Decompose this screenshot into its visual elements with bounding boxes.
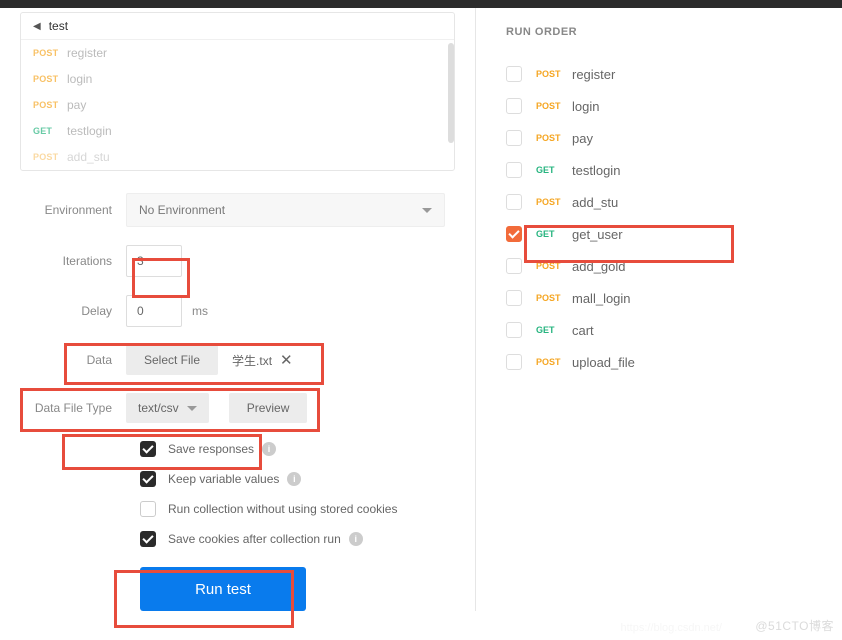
request-item[interactable]: POSTadd_stu	[21, 144, 454, 170]
request-list: POSTregisterPOSTloginPOSTpayGETtestlogin…	[21, 40, 454, 170]
method-badge: POST	[536, 293, 572, 303]
run-order-item[interactable]: POSTlogin	[506, 90, 842, 122]
run-order-item[interactable]: GETget_user	[506, 218, 842, 250]
request-name: add_stu	[67, 150, 110, 164]
run-button[interactable]: Run test	[140, 567, 306, 611]
delay-label: Delay	[30, 304, 126, 318]
run-order-item[interactable]: GETcart	[506, 314, 842, 346]
order-checkbox[interactable]	[506, 194, 522, 210]
method-badge: GET	[536, 325, 572, 335]
left-panel: ◀ test POSTregisterPOSTloginPOSTpayGETte…	[0, 8, 475, 611]
preview-button[interactable]: Preview	[229, 393, 308, 423]
info-icon[interactable]: i	[287, 472, 301, 486]
chevron-down-icon	[422, 208, 432, 213]
iterations-input[interactable]	[126, 245, 182, 277]
watermark-url: https://blog.csdn.net/	[620, 622, 722, 634]
scrollbar[interactable]	[448, 43, 454, 143]
method-badge: GET	[536, 229, 572, 239]
order-checkbox[interactable]	[506, 258, 522, 274]
order-item-name: mall_login	[572, 291, 631, 306]
method-badge: POST	[536, 357, 572, 367]
method-badge: POST	[33, 48, 67, 58]
method-badge: POST	[536, 261, 572, 271]
order-checkbox[interactable]	[506, 226, 522, 242]
run-order-item[interactable]: POSTmall_login	[506, 282, 842, 314]
run-order-list: POSTregisterPOSTloginPOSTpayGETtestlogin…	[506, 58, 842, 378]
request-item[interactable]: POSTregister	[21, 40, 454, 66]
environment-label: Environment	[30, 203, 126, 217]
request-name: register	[67, 46, 107, 60]
order-checkbox[interactable]	[506, 98, 522, 114]
request-item[interactable]: POSTlogin	[21, 66, 454, 92]
run-order-item[interactable]: POSTpay	[506, 122, 842, 154]
method-badge: POST	[33, 100, 67, 110]
request-name: pay	[67, 98, 86, 112]
keep-variable-checkbox[interactable]	[140, 471, 156, 487]
save-cookies-checkbox[interactable]	[140, 531, 156, 547]
order-item-name: get_user	[572, 227, 623, 242]
data-file-type-value: text/csv	[138, 401, 179, 415]
collection-header[interactable]: ◀ test	[21, 13, 454, 40]
chevron-down-icon	[187, 406, 197, 411]
method-badge: GET	[536, 165, 572, 175]
save-cookies-label: Save cookies after collection run	[168, 532, 341, 546]
iterations-label: Iterations	[30, 254, 126, 268]
request-name: login	[67, 72, 92, 86]
environment-value: No Environment	[139, 203, 225, 217]
info-icon[interactable]: i	[262, 442, 276, 456]
order-checkbox[interactable]	[506, 290, 522, 306]
method-badge: POST	[33, 152, 67, 162]
method-badge: POST	[33, 74, 67, 84]
run-order-item[interactable]: POSTupload_file	[506, 346, 842, 378]
run-order-title: RUN ORDER	[506, 26, 842, 38]
order-checkbox[interactable]	[506, 322, 522, 338]
request-name: testlogin	[67, 124, 112, 138]
order-checkbox[interactable]	[506, 66, 522, 82]
run-without-cookies-label: Run collection without using stored cook…	[168, 502, 397, 516]
back-arrow-icon: ◀	[33, 21, 41, 32]
delay-input[interactable]	[126, 295, 182, 327]
order-item-name: upload_file	[572, 355, 635, 370]
top-bar	[0, 0, 842, 8]
run-order-item[interactable]: POSTadd_gold	[506, 250, 842, 282]
method-badge: POST	[536, 133, 572, 143]
order-checkbox[interactable]	[506, 354, 522, 370]
request-item[interactable]: POSTpay	[21, 92, 454, 118]
environment-select[interactable]: No Environment	[126, 193, 445, 227]
order-item-name: pay	[572, 131, 593, 146]
run-order-item[interactable]: POSTadd_stu	[506, 186, 842, 218]
settings-panel: Environment No Environment Iterations De…	[0, 171, 475, 611]
order-item-name: add_stu	[572, 195, 618, 210]
select-file-button[interactable]: Select File	[126, 345, 218, 375]
order-item-name: testlogin	[572, 163, 620, 178]
save-responses-checkbox[interactable]	[140, 441, 156, 457]
request-item[interactable]: GETtestlogin	[21, 118, 454, 144]
right-panel: RUN ORDER POSTregisterPOSTloginPOSTpayGE…	[475, 8, 842, 611]
order-item-name: login	[572, 99, 599, 114]
save-responses-label: Save responses	[168, 442, 254, 456]
data-file-name: 学生.txt	[232, 352, 272, 369]
collection-box: ◀ test POSTregisterPOSTloginPOSTpayGETte…	[20, 12, 455, 171]
keep-variable-label: Keep variable values	[168, 472, 279, 486]
data-label: Data	[30, 353, 126, 367]
order-checkbox[interactable]	[506, 130, 522, 146]
run-without-cookies-checkbox[interactable]	[140, 501, 156, 517]
clear-file-icon[interactable]: ✕	[280, 351, 293, 369]
collection-name: test	[49, 19, 68, 33]
run-order-item[interactable]: POSTregister	[506, 58, 842, 90]
method-badge: GET	[33, 126, 67, 136]
order-item-name: cart	[572, 323, 594, 338]
data-file-type-select[interactable]: text/csv	[126, 393, 209, 423]
method-badge: POST	[536, 197, 572, 207]
watermark-text: @51CTO博客	[755, 617, 834, 634]
order-item-name: add_gold	[572, 259, 626, 274]
run-order-item[interactable]: GETtestlogin	[506, 154, 842, 186]
info-icon[interactable]: i	[349, 532, 363, 546]
order-item-name: register	[572, 67, 615, 82]
method-badge: POST	[536, 101, 572, 111]
order-checkbox[interactable]	[506, 162, 522, 178]
data-file-type-label: Data File Type	[30, 401, 126, 415]
method-badge: POST	[536, 69, 572, 79]
delay-unit: ms	[192, 304, 208, 318]
